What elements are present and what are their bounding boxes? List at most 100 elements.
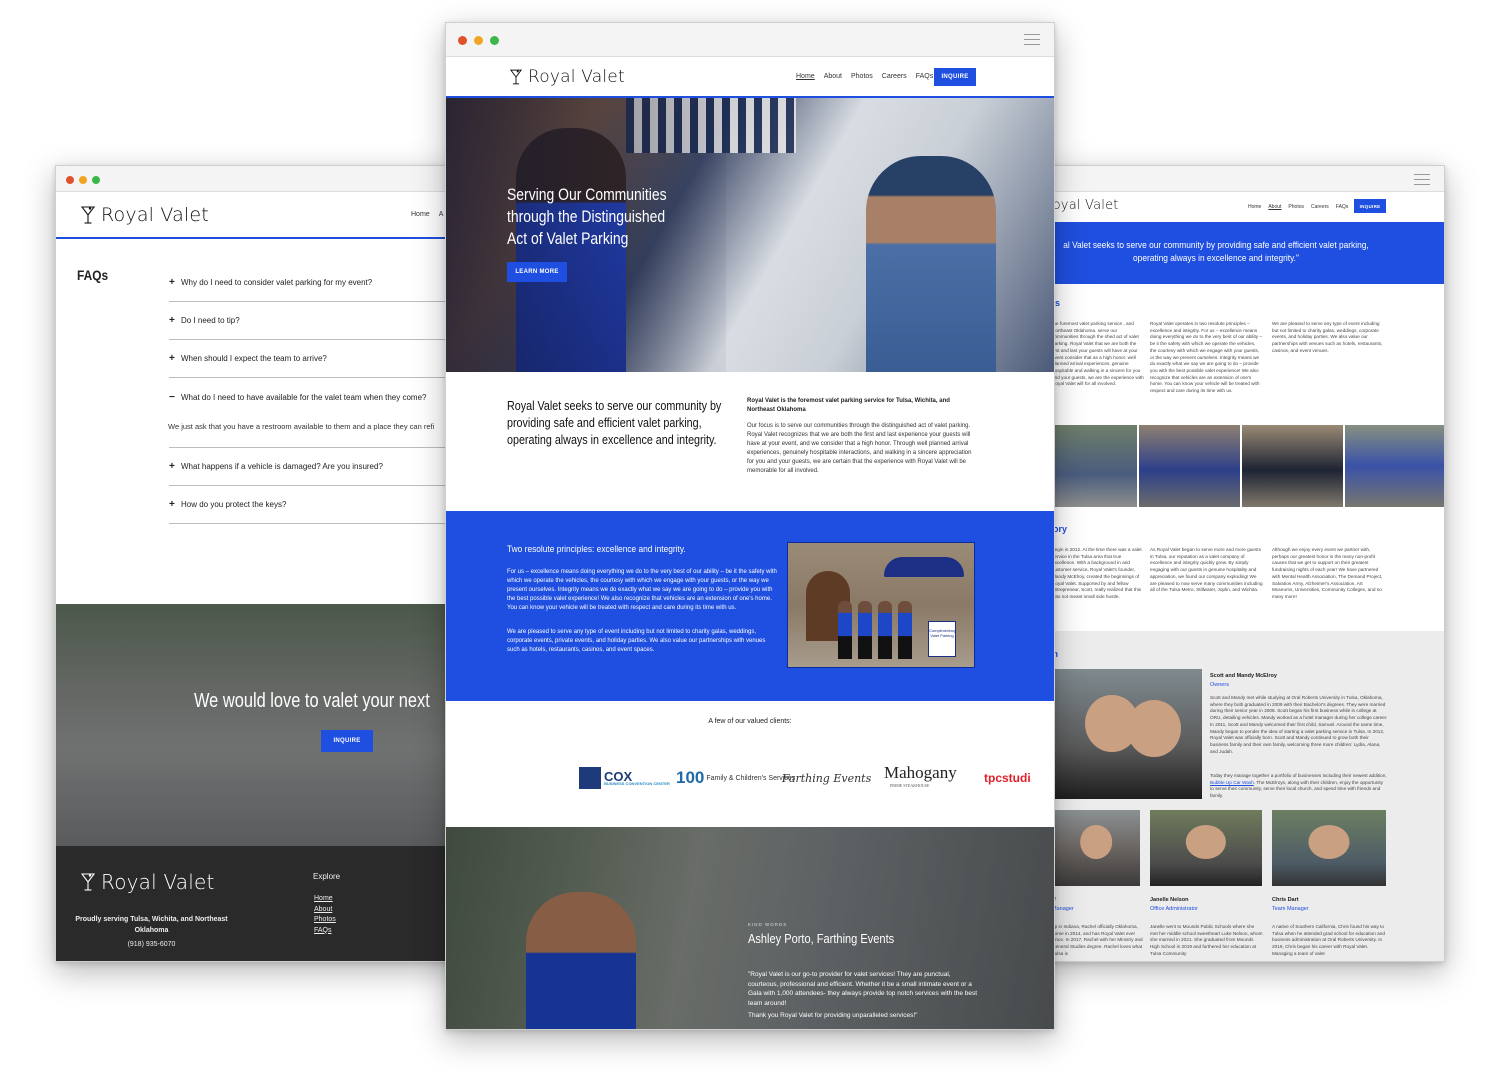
inquire-button[interactable]: INQUIRE [934, 68, 976, 86]
logo-subtext: PRIME STEAKHOUSE [890, 783, 930, 788]
hero-line: Act of Valet Parking [507, 229, 629, 248]
martini-glass-icon [510, 69, 522, 85]
menu-icon[interactable] [1024, 34, 1040, 49]
nav-about[interactable]: About [1268, 204, 1281, 210]
faq-browser-window: Royal Valet Home A FAQs + Why do I need t… [55, 165, 475, 962]
nav-photos[interactable]: Photos [1288, 204, 1304, 210]
staff-role: Team Manager [1272, 906, 1309, 912]
logo-text: Royal Valet [528, 67, 625, 87]
about-column: We are pleased to serve any type of even… [1272, 321, 1383, 353]
faq-question: What happens if a vehicle is damaged? Ar… [181, 462, 383, 471]
mission-banner: al Valet seeks to serve our community by… [1036, 222, 1444, 284]
plus-icon: + [169, 499, 175, 510]
principles-paragraph: For us – excellence means doing everythi… [507, 569, 777, 611]
logo-text: Royal Valet [1044, 198, 1119, 213]
footer-phone[interactable]: (918) 935-6070 [74, 941, 229, 948]
intro-body: Our focus is to serve our communities th… [747, 423, 972, 474]
owners-photo [1052, 669, 1202, 799]
page-title: FAQs [77, 267, 109, 283]
team-section: m Scott and Mandy McElroy Owners Scott a… [1036, 631, 1444, 961]
testimonial-quote: "Royal Valet is our go-to provider for v… [748, 971, 978, 1007]
faq-item[interactable]: + Why do I need to consider valet parking… [169, 264, 474, 302]
royal-valet-logo[interactable]: Royal Valet [81, 204, 209, 226]
about-column: Royal Valet operates in two resolute pri… [1150, 321, 1263, 394]
bubble-up-link[interactable]: Bubble Up Car Wash [1210, 780, 1254, 785]
faq-question: When should I expect the team to arrive? [181, 354, 327, 363]
staff-face [1080, 825, 1112, 859]
nav-home[interactable]: Home [1248, 204, 1261, 210]
mission-quote: al Valet seeks to serve our community by… [1063, 240, 1369, 264]
footer-logo[interactable]: Royal Valet [81, 870, 215, 894]
staff-figure [878, 601, 892, 659]
site-header: Royal Valet Home About Photos Careers FA… [446, 57, 1054, 98]
cta-heading: We would love to valet your next [194, 690, 430, 712]
faq-item[interactable]: + How do you protect the keys? [169, 486, 474, 524]
staff-photo [1052, 810, 1140, 886]
plus-icon: + [169, 277, 175, 288]
close-dot-icon[interactable] [458, 36, 467, 45]
history-column: begin in 2012. At the time there was a v… [1052, 547, 1142, 599]
staff-photo [1150, 810, 1262, 886]
about-column: the foremost valet parking service , and… [1052, 321, 1144, 387]
plus-icon: + [169, 353, 175, 364]
staff-figure [858, 601, 872, 659]
faq-question: Do I need to tip? [181, 316, 240, 325]
royal-valet-logo[interactable]: Royal Valet [510, 67, 625, 87]
staff-role: Office Administrator [1150, 906, 1198, 912]
staff-name: Chris Dart [1272, 897, 1299, 903]
staff-face [1308, 825, 1350, 859]
principles-section: Two resolute principles: excellence and … [446, 511, 1054, 701]
footer-link-photos[interactable]: Photos [314, 915, 336, 926]
staff-name: Janelle Nelson [1150, 897, 1189, 903]
menu-icon[interactable] [1414, 174, 1430, 189]
faq-item[interactable]: + Do I need to tip? [169, 302, 474, 340]
principles-heading: Two resolute principles: excellence and … [507, 544, 686, 555]
martini-glass-icon [81, 873, 95, 891]
home-browser-window: Royal Valet Home About Photos Careers FA… [445, 22, 1055, 1030]
client-logo-farthing: Farthing Events [782, 763, 871, 793]
inquire-button[interactable]: INQUIRE [1354, 199, 1386, 213]
faq-question: Why do I need to consider valet parking … [181, 278, 373, 287]
minimize-dot-icon[interactable] [474, 36, 483, 45]
nav-about[interactable]: A [439, 211, 444, 218]
nav-faqs[interactable]: FAQs [916, 73, 934, 80]
nav-careers[interactable]: Careers [1311, 204, 1329, 210]
nav-home[interactable]: Home [411, 211, 430, 218]
nav-faqs[interactable]: FAQs [1336, 204, 1349, 210]
footer-link-home[interactable]: Home [314, 894, 336, 905]
faq-item[interactable]: + When should I expect the team to arrive… [169, 340, 474, 378]
client-logo-cox: COX BUSINESS CONVENTION CENTER [579, 763, 670, 793]
bio-text: Today they manage together a portfolio o… [1210, 773, 1387, 778]
inquire-button[interactable]: INQUIRE [321, 730, 373, 752]
team-photo: Complimentary Valet Parking [787, 542, 975, 668]
about-browser-window: Royal Valet Home About Photos Careers FA… [1035, 165, 1445, 962]
maximize-dot-icon[interactable] [92, 176, 100, 184]
staff-figure [898, 601, 912, 659]
footer-link-faqs[interactable]: FAQs [314, 926, 336, 937]
testimonial-section: KIND WORDS Ashley Porto, Farthing Events… [446, 827, 1054, 1029]
nav-about[interactable]: About [824, 73, 842, 80]
nav-photos[interactable]: Photos [851, 73, 873, 80]
nav-home[interactable]: Home [796, 73, 815, 80]
owners-bio-2: Today they manage together a portfolio o… [1210, 773, 1388, 800]
driver-figure [866, 156, 996, 372]
plus-icon: + [169, 315, 175, 326]
history-column: As Royal Valet began to serve more and m… [1150, 547, 1263, 593]
faq-item-expanded[interactable]: − What do I need to have available for th… [168, 378, 474, 448]
clients-heading: A few of our valued clients: [708, 718, 792, 725]
staff-role: Manager [1052, 906, 1074, 912]
hero-line: through the Distinguished [507, 207, 666, 226]
minimize-dot-icon[interactable] [79, 176, 87, 184]
faq-item[interactable]: + What happens if a vehicle is damaged? A… [169, 448, 474, 486]
learn-more-button[interactable]: LEARN MORE [507, 262, 567, 282]
staff-bio: Janelle went to Mounds Public Schools wh… [1150, 924, 1263, 956]
site-header: Royal Valet Home A [56, 192, 474, 239]
owner-face [1127, 700, 1181, 758]
maximize-dot-icon[interactable] [490, 36, 499, 45]
hero-line: Serving Our Communities [507, 185, 667, 204]
nav-careers[interactable]: Careers [882, 73, 907, 80]
close-dot-icon[interactable] [66, 176, 74, 184]
royal-valet-logo[interactable]: Royal Valet [1044, 198, 1119, 213]
hero-heading: Serving Our Communities through the Dist… [507, 184, 687, 250]
footer-link-about[interactable]: About [314, 905, 336, 916]
